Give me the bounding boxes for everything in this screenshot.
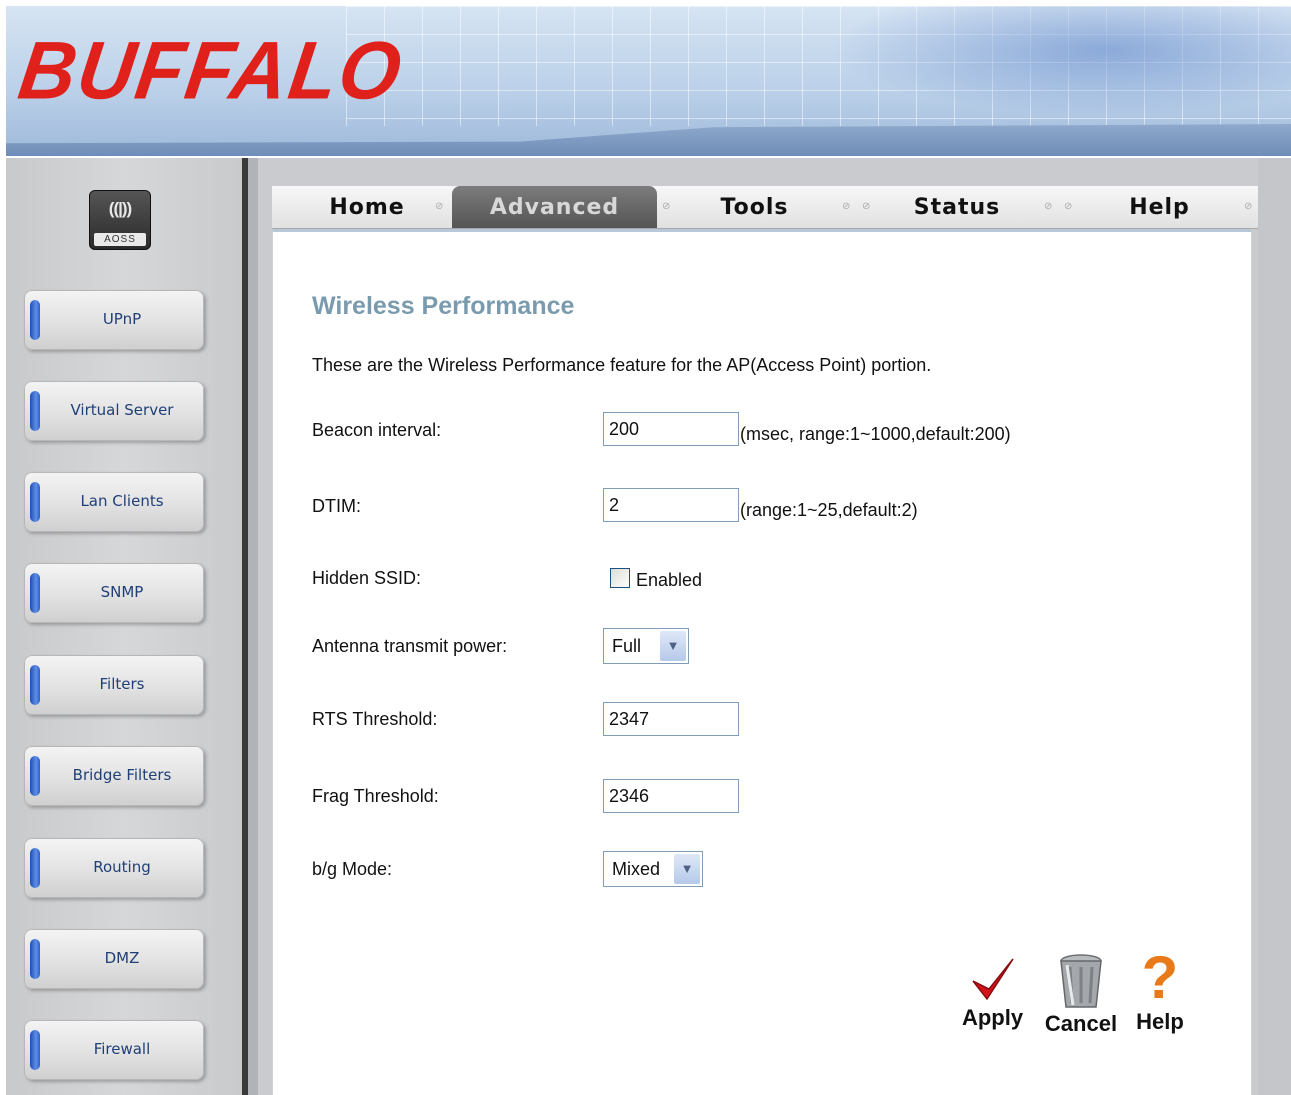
page-description: These are the Wireless Performance featu… xyxy=(312,355,932,375)
nav-pill-icon xyxy=(30,482,40,522)
sidebar-item-routing[interactable]: Routing xyxy=(24,838,204,898)
tab-tools[interactable]: Tools xyxy=(667,186,842,228)
nav-pill-icon xyxy=(30,756,40,796)
sidebar-item-label: Filters xyxy=(99,675,145,693)
beacon-interval-input[interactable] xyxy=(603,412,739,446)
bg-mode-value: Mixed xyxy=(612,859,661,879)
sidebar-item-label: SNMP xyxy=(100,583,144,601)
tab-home[interactable]: Home xyxy=(282,186,452,228)
cancel-button[interactable]: Cancel xyxy=(1040,954,1122,1037)
sidebar-item-label: Virtual Server xyxy=(70,401,174,419)
sidebar-item-label: UPnP xyxy=(102,310,142,328)
tab-help[interactable]: Help xyxy=(1067,186,1252,228)
header-glow-decoration xyxy=(826,6,1291,116)
nav-pill-icon xyxy=(30,300,40,340)
beacon-interval-hint: (msec, range:1~1000,default:200) xyxy=(740,424,1011,444)
sidebar-item-virtual-server[interactable]: Virtual Server xyxy=(24,381,204,441)
aoss-label: AOSS xyxy=(94,233,146,246)
sidebar-divider-light xyxy=(248,158,258,1095)
sidebar-item-lan-clients[interactable]: Lan Clients xyxy=(24,472,204,532)
nav-pill-icon xyxy=(30,573,40,613)
sidebar-item-upnp[interactable]: UPnP xyxy=(24,290,204,350)
apply-label: Apply xyxy=(961,1005,1024,1030)
tab-separator-icon: ⊘ xyxy=(1044,201,1053,212)
sidebar-item-label: Bridge Filters xyxy=(72,766,172,784)
sidebar-item-label: Lan Clients xyxy=(80,492,164,510)
sidebar-item-label: Routing xyxy=(93,858,151,876)
chevron-down-icon: ▼ xyxy=(660,631,686,661)
sidebar-item-firewall[interactable]: Firewall xyxy=(24,1020,204,1080)
dtim-label: DTIM: xyxy=(312,496,361,516)
sidebar-item-label: DMZ xyxy=(104,949,140,967)
question-mark-icon: ? xyxy=(1141,944,1179,1011)
hidden-ssid-checkbox-label: Enabled xyxy=(636,570,703,590)
tab-separator-icon: ⊘ xyxy=(435,201,444,212)
nav-pill-icon xyxy=(30,391,40,431)
bg-mode-label: b/g Mode: xyxy=(312,859,393,879)
hidden-ssid-label: Hidden SSID: xyxy=(312,568,422,588)
checkmark-icon xyxy=(972,958,1014,1001)
trash-can-icon xyxy=(1060,954,1102,1008)
tab-advanced[interactable]: Advanced xyxy=(452,186,657,228)
cancel-label: Cancel xyxy=(1044,1011,1118,1036)
buffalo-logo: BUFFALO xyxy=(13,23,409,117)
header-banner: BUFFALO xyxy=(6,6,1291,156)
page-title: Wireless Performance xyxy=(312,292,575,320)
nav-pill-icon xyxy=(30,665,40,705)
rts-threshold-input[interactable] xyxy=(603,702,739,736)
tab-separator-icon: ⊘ xyxy=(842,201,851,212)
antenna-power-select[interactable]: Full ▼ xyxy=(603,628,689,664)
antenna-power-value: Full xyxy=(612,636,642,656)
aoss-button[interactable]: ((|)) AOSS xyxy=(89,190,151,250)
nav-pill-icon xyxy=(30,939,40,979)
sidebar-item-dmz[interactable]: DMZ xyxy=(24,929,204,989)
nav-pill-icon xyxy=(30,1030,40,1070)
header-swoosh-decoration xyxy=(6,124,1291,156)
dtim-input[interactable] xyxy=(603,488,739,522)
hidden-ssid-checkbox[interactable] xyxy=(610,568,630,588)
bg-mode-select[interactable]: Mixed ▼ xyxy=(603,851,703,887)
tab-status[interactable]: Status xyxy=(867,186,1047,228)
sidebar-item-label: Firewall xyxy=(93,1040,151,1058)
tab-separator-icon: ⊘ xyxy=(1244,201,1253,212)
dtim-hint: (range:1~25,default:2) xyxy=(740,500,918,520)
beacon-interval-label: Beacon interval: xyxy=(312,420,442,440)
sidebar-item-filters[interactable]: Filters xyxy=(24,655,204,715)
chevron-down-icon: ▼ xyxy=(674,854,700,884)
frag-threshold-label: Frag Threshold: xyxy=(312,786,439,806)
apply-button[interactable]: Apply xyxy=(955,955,1030,1035)
rts-threshold-label: RTS Threshold: xyxy=(312,709,438,729)
right-gutter xyxy=(1258,158,1291,1095)
sidebar-item-bridge-filters[interactable]: Bridge Filters xyxy=(24,746,204,806)
antenna-power-label: Antenna transmit power: xyxy=(312,636,508,656)
nav-pill-icon xyxy=(30,848,40,888)
help-button[interactable]: ? Help xyxy=(1125,947,1195,1037)
help-label: Help xyxy=(1136,1009,1184,1034)
aoss-wave-icon: ((|)) xyxy=(108,199,132,218)
frag-threshold-input[interactable] xyxy=(603,779,739,813)
sidebar-item-snmp[interactable]: SNMP xyxy=(24,563,204,623)
tab-bar: Home ⊘ Advanced ⊘ Tools ⊘ ⊘ Status ⊘ ⊘ H… xyxy=(272,186,1258,229)
